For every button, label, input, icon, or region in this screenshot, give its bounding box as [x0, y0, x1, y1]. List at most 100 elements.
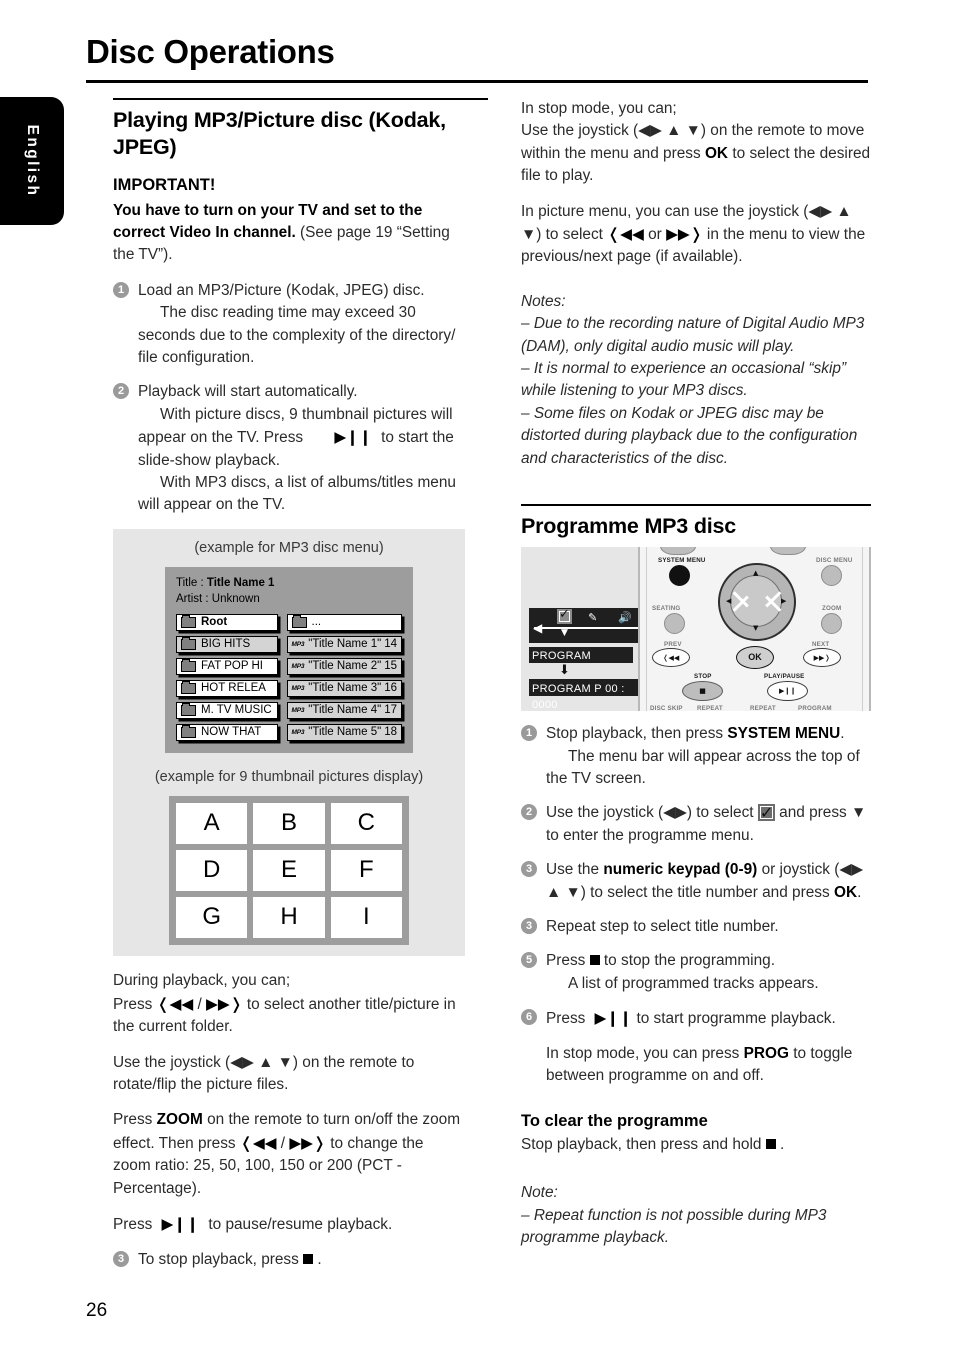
left-step-2-line3: With MP3 discs, a list of albums/titles … [138, 474, 456, 514]
thumbnail-cell[interactable]: D [176, 850, 248, 892]
tv-title-value: Title Name 1 [206, 576, 275, 589]
ok-key-label: OK [704, 144, 729, 162]
tv-screen-mp3-menu: Title : Title Name 1 Artist : Unknown Ro… [165, 566, 413, 754]
thumbnail-grid: A B C D E F G H I [176, 803, 402, 939]
system-menu-key-label: SYSTEM MENU [727, 725, 841, 743]
joystick-pad[interactable]: ▲ ▼ ◀ ▶ [718, 563, 796, 642]
folder-row[interactable]: BIG HITS [176, 636, 278, 654]
note-item: – Some files on Kodak or JPEG disc may b… [521, 404, 858, 467]
prev-button[interactable]: ❬◀◀ [652, 648, 690, 668]
joystick-up-icon[interactable]: ▲ [753, 570, 758, 577]
mp3-icon: MP3 [291, 640, 305, 648]
right-step-4: 4 Repeat step 3 to select title number. [521, 916, 871, 938]
folder-icon [181, 659, 196, 673]
step-badge: 1 [113, 281, 129, 298]
tv-screen-thumbnails: A B C D E F G H I [169, 796, 409, 946]
pen-icon: ✎ [588, 611, 598, 625]
stop-icon [765, 1138, 776, 1149]
ok-key-label: OK [833, 883, 858, 901]
system-menu-button[interactable] [669, 565, 690, 587]
stop-icon [589, 955, 600, 966]
picture-menu-or: or [648, 226, 662, 244]
mp3-icon: MP3 [291, 684, 305, 692]
joystick-down-icon[interactable]: ▼ [753, 625, 758, 632]
track-row[interactable]: ... [286, 614, 402, 632]
para-press-skip: Press ❬◀◀ / ▶▶❭ to select another title/… [113, 993, 465, 1039]
left-step-1: 1 Load an MP3/Picture (Kodak, JPEG) disc… [113, 280, 465, 370]
stop-icon [303, 1254, 314, 1265]
thumbnail-cell[interactable]: I [330, 897, 402, 939]
step-badge: 5 [521, 952, 537, 969]
right-step-3: 3 Use the numeric keypad (0-9) or joysti… [521, 859, 871, 904]
page-number: 26 [86, 1300, 108, 1321]
right-step-3-a: Use the [546, 861, 600, 879]
track-number: 16 [384, 682, 397, 695]
ok-button[interactable]: OK [736, 646, 774, 670]
speaker-icon: 🔊 [618, 611, 632, 625]
right-step-5-b: to stop the programming. [603, 952, 775, 970]
thumbnail-cell[interactable]: B [253, 803, 325, 845]
right-step-6-b: to start programme playback. [636, 1010, 836, 1028]
track-number: 14 [384, 638, 397, 651]
left-step-1-line1: Load an MP3/Picture (Kodak, JPEG) disc. [138, 281, 425, 299]
osd-programme-checkbox-icon[interactable] [557, 606, 572, 625]
language-tab-label: English [24, 124, 41, 198]
para-pause-a: Press [113, 1215, 153, 1233]
thumbnail-cell[interactable]: C [330, 803, 402, 845]
figure-remote-control: ✎ 🔊 ♮ ◀ ▼ PROGRAM ⬇ PROGRAM P 00 : 0000 … [521, 547, 871, 712]
stop-mode-body: Use the joystick (◀▶ ▲ ▼) on the remote … [521, 120, 871, 187]
checkbox-frame [559, 611, 570, 623]
folder-icon [291, 615, 307, 629]
track-row[interactable]: MP3 "Title Name 1" 14 [286, 636, 402, 654]
stop-button[interactable]: ■ [682, 681, 723, 702]
seating-button[interactable] [664, 613, 685, 635]
next-button[interactable]: ▶▶❭ [803, 648, 841, 668]
joystick-left-icon[interactable]: ◀ [726, 598, 731, 605]
osd-program-status: PROGRAM P 00 : 0000 [529, 679, 643, 711]
repeat-label-1: REPEAT [697, 705, 723, 712]
remote-top-key-right[interactable] [770, 547, 806, 556]
folder-row[interactable]: M. TV MUSIC [176, 702, 278, 720]
left-step-2-line2: With picture discs, 9 thumbnail pictures… [138, 404, 465, 472]
track-row[interactable]: MP3 "Title Name 2" 15 [286, 658, 402, 676]
joystick-right-icon[interactable]: ▶ [781, 598, 786, 605]
track-row[interactable]: MP3 "Title Name 5" 18 [286, 724, 402, 742]
tv-track-list: ... MP3 "Title Name 1" 14 MP3 "Title Nam… [286, 614, 402, 742]
next-track-icon: ▶▶❭ [206, 994, 243, 1013]
thumbnail-cell[interactable]: E [253, 850, 325, 892]
tv-artist-value: Unknown [211, 592, 260, 605]
slash-separator: / [280, 1134, 286, 1152]
folder-row[interactable]: NOW THAT [176, 724, 278, 742]
thumbnail-cell[interactable]: G [176, 897, 248, 939]
left-column: Playing MP3/Picture disc (Kodak, JPEG) I… [113, 98, 488, 1284]
track-row[interactable]: MP3 "Title Name 3" 16 [286, 680, 402, 698]
clear-body-a: Stop playback, then press and hold [521, 1135, 762, 1153]
folder-row[interactable]: Root [176, 614, 278, 632]
step-badge: 2 [113, 383, 129, 400]
zoom-button[interactable] [821, 613, 842, 635]
folder-row[interactable]: FAT POP HI [176, 658, 278, 676]
folder-row[interactable]: HOT RELEA [176, 680, 278, 698]
play-pause-icon: ▶❙❙ [329, 428, 377, 447]
track-row[interactable]: MP3 "Title Name 4" 17 [286, 702, 402, 720]
step-badge: 3 [521, 861, 537, 878]
disc-menu-button[interactable] [821, 565, 842, 587]
prev-track-icon: ❬◀◀ [156, 994, 194, 1013]
thumbnail-cell[interactable]: A [176, 803, 248, 845]
left-step-1-line2: The disc reading time may exceed 30 seco… [138, 304, 456, 366]
right-step-1-sub: The menu bar will appear across the top … [546, 747, 860, 787]
folder-label: FAT POP HI [201, 660, 263, 673]
right-step-6: 6 Press ▶❙❙ to start programme playback. [521, 1007, 871, 1030]
folder-label: M. TV MUSIC [201, 704, 272, 717]
thumbnail-cell[interactable]: H [253, 897, 325, 939]
thumbnail-cell[interactable]: F [330, 850, 402, 892]
right-step-6-a: Press [546, 1010, 586, 1028]
track-number: 17 [384, 704, 397, 717]
prog-toggle-para: In stop mode, you can press PROG to togg… [521, 1043, 871, 1088]
remote-top-key-left[interactable] [660, 547, 696, 556]
slash-separator: / [197, 995, 202, 1013]
figure-mp3-caption: (example for MP3 disc menu) [194, 539, 384, 556]
play-pause-button[interactable]: ▶❙❙ [767, 681, 808, 702]
section-title-playing-mp3: Playing MP3/Picture disc (Kodak, JPEG) [113, 108, 446, 160]
seating-label: SEATING [652, 605, 681, 613]
